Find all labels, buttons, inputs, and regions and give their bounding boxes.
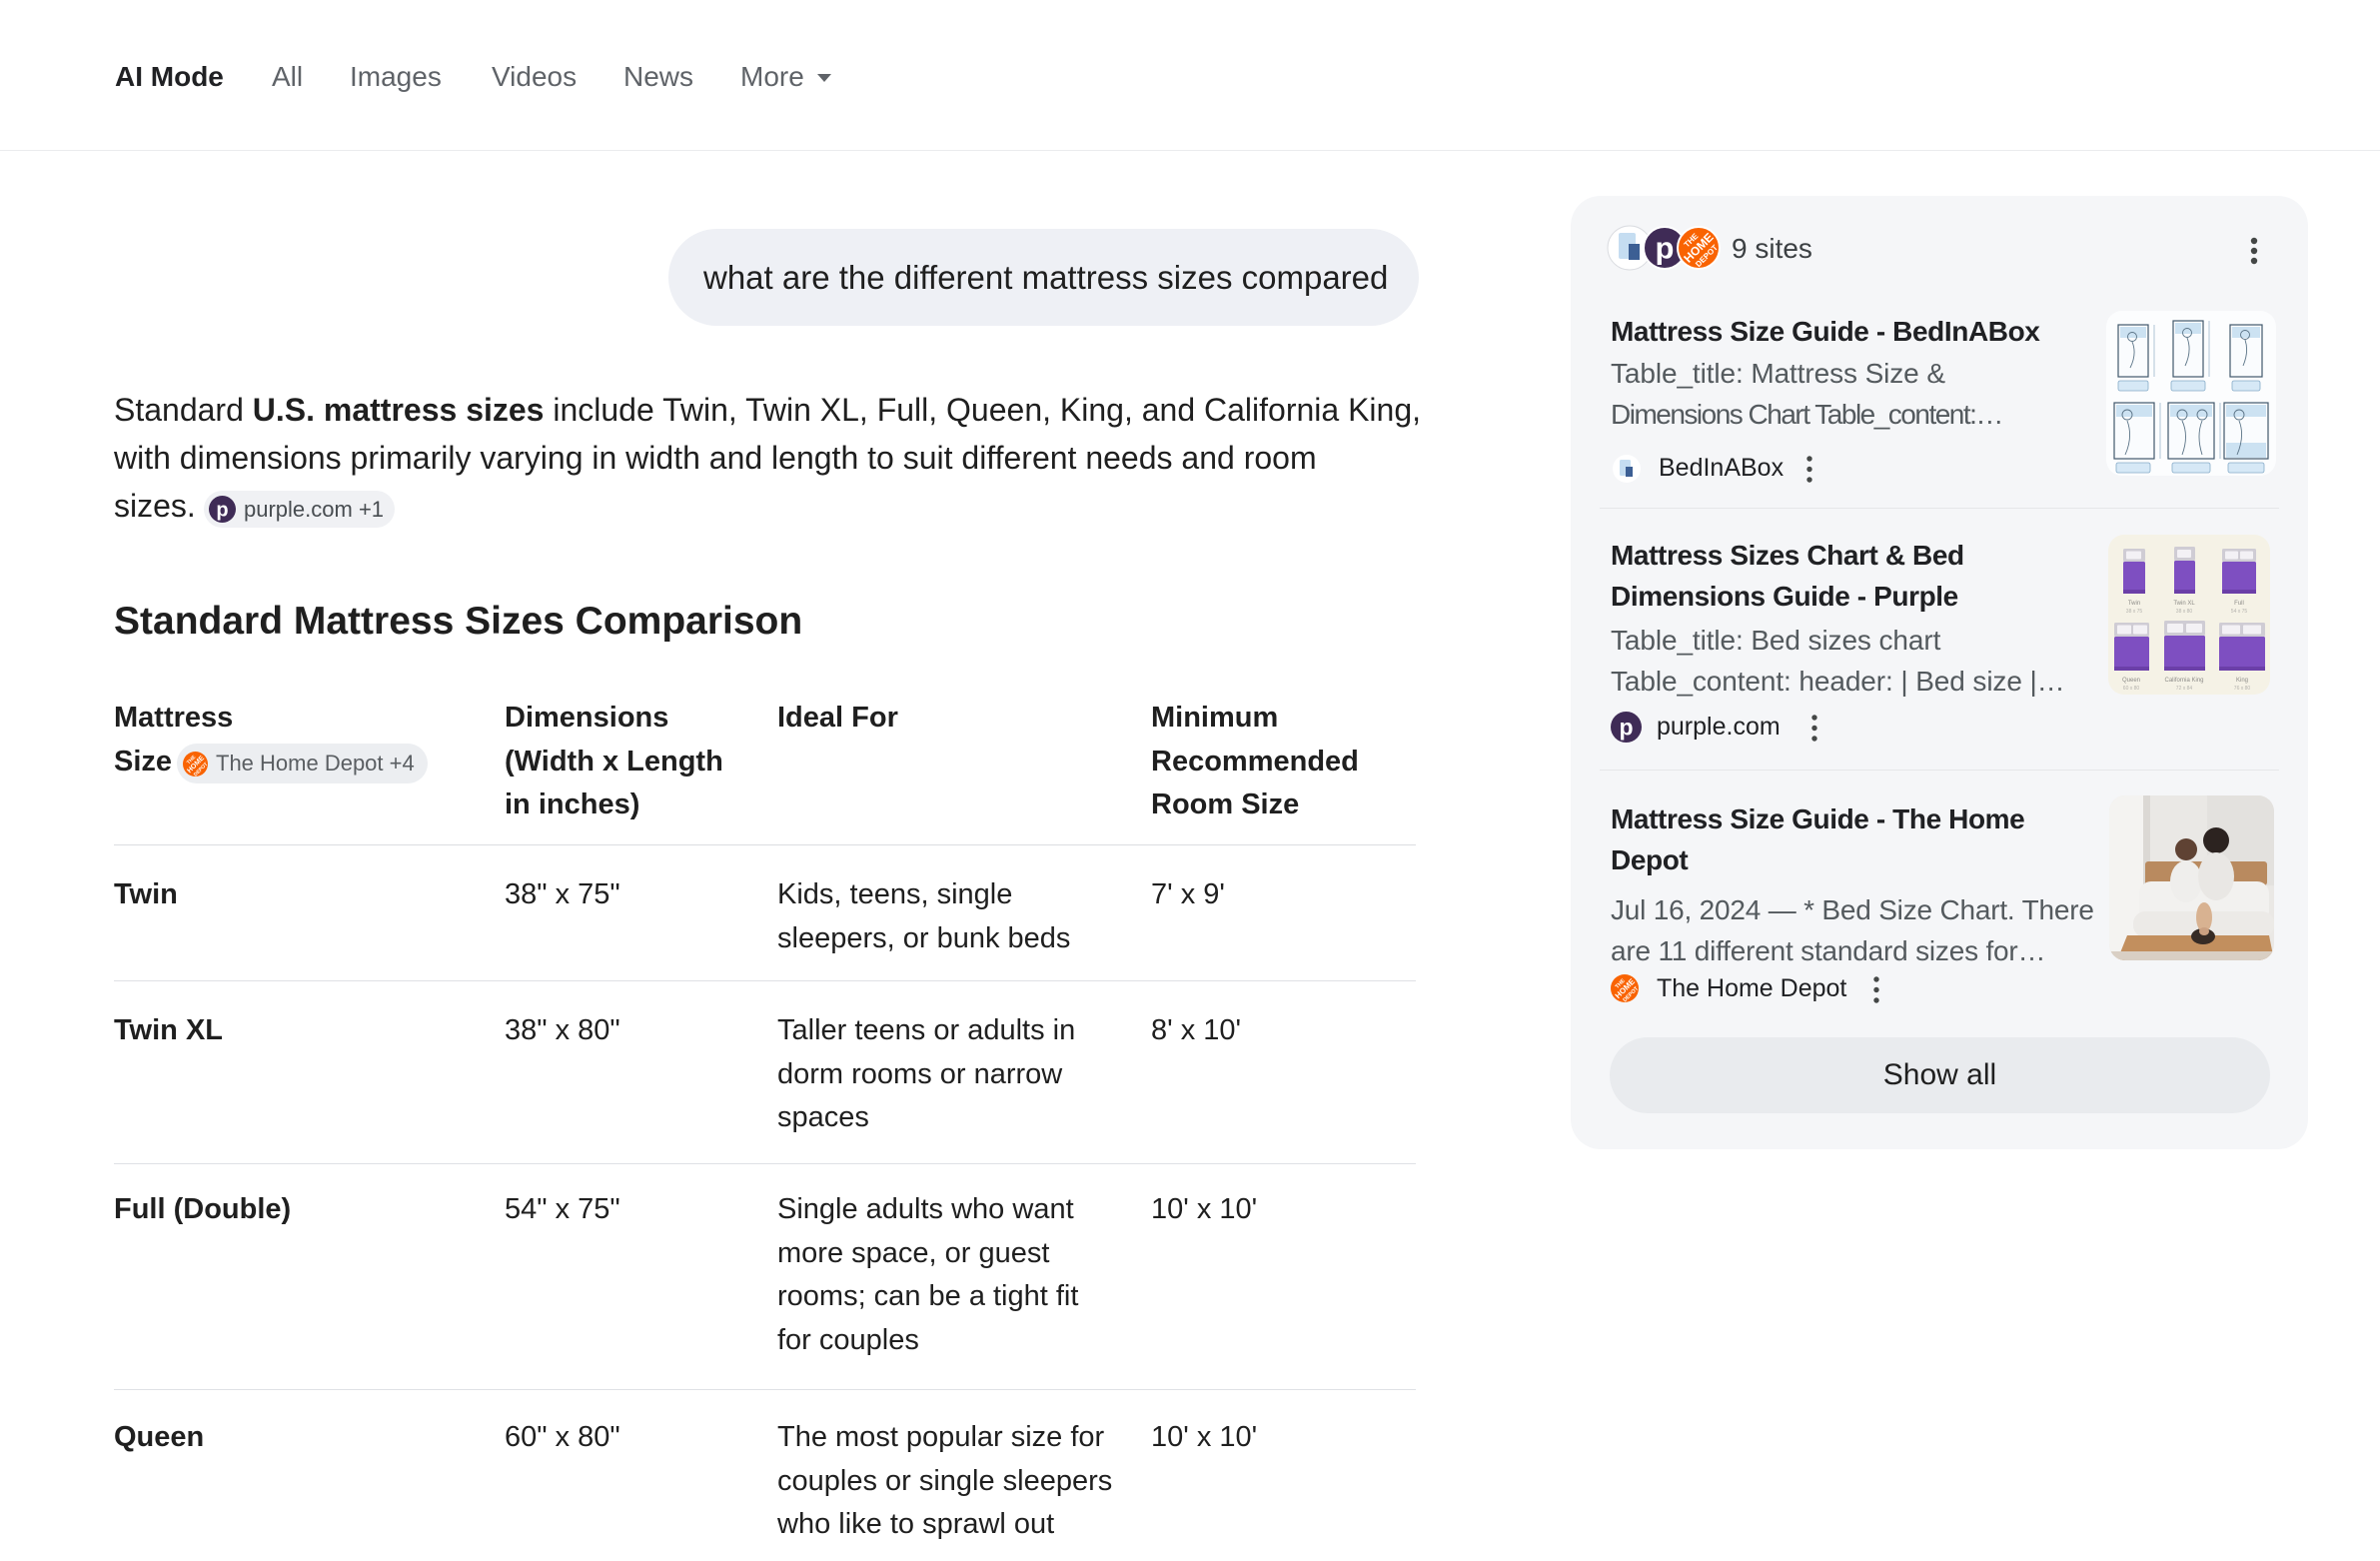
svg-text:p: p — [1619, 715, 1633, 741]
svg-text:p: p — [216, 500, 228, 522]
svg-text:Twin XL: Twin XL — [2173, 601, 2195, 607]
svg-text:76 x 80: 76 x 80 — [2234, 686, 2251, 692]
svg-text:72 x 84: 72 x 84 — [2176, 686, 2193, 692]
svg-text:38 x 80: 38 x 80 — [2176, 609, 2193, 615]
svg-text:p: p — [1656, 231, 1675, 266]
svg-text:California King: California King — [2164, 678, 2203, 684]
svg-text:King: King — [2236, 678, 2248, 684]
svg-text:38 x 75: 38 x 75 — [2126, 609, 2143, 615]
svg-text:54 x 75: 54 x 75 — [2231, 609, 2248, 615]
svg-text:Twin: Twin — [2128, 601, 2140, 607]
svg-text:Queen: Queen — [2122, 678, 2140, 684]
svg-text:60 x 80: 60 x 80 — [2123, 686, 2140, 692]
svg-text:Full: Full — [2234, 601, 2244, 607]
